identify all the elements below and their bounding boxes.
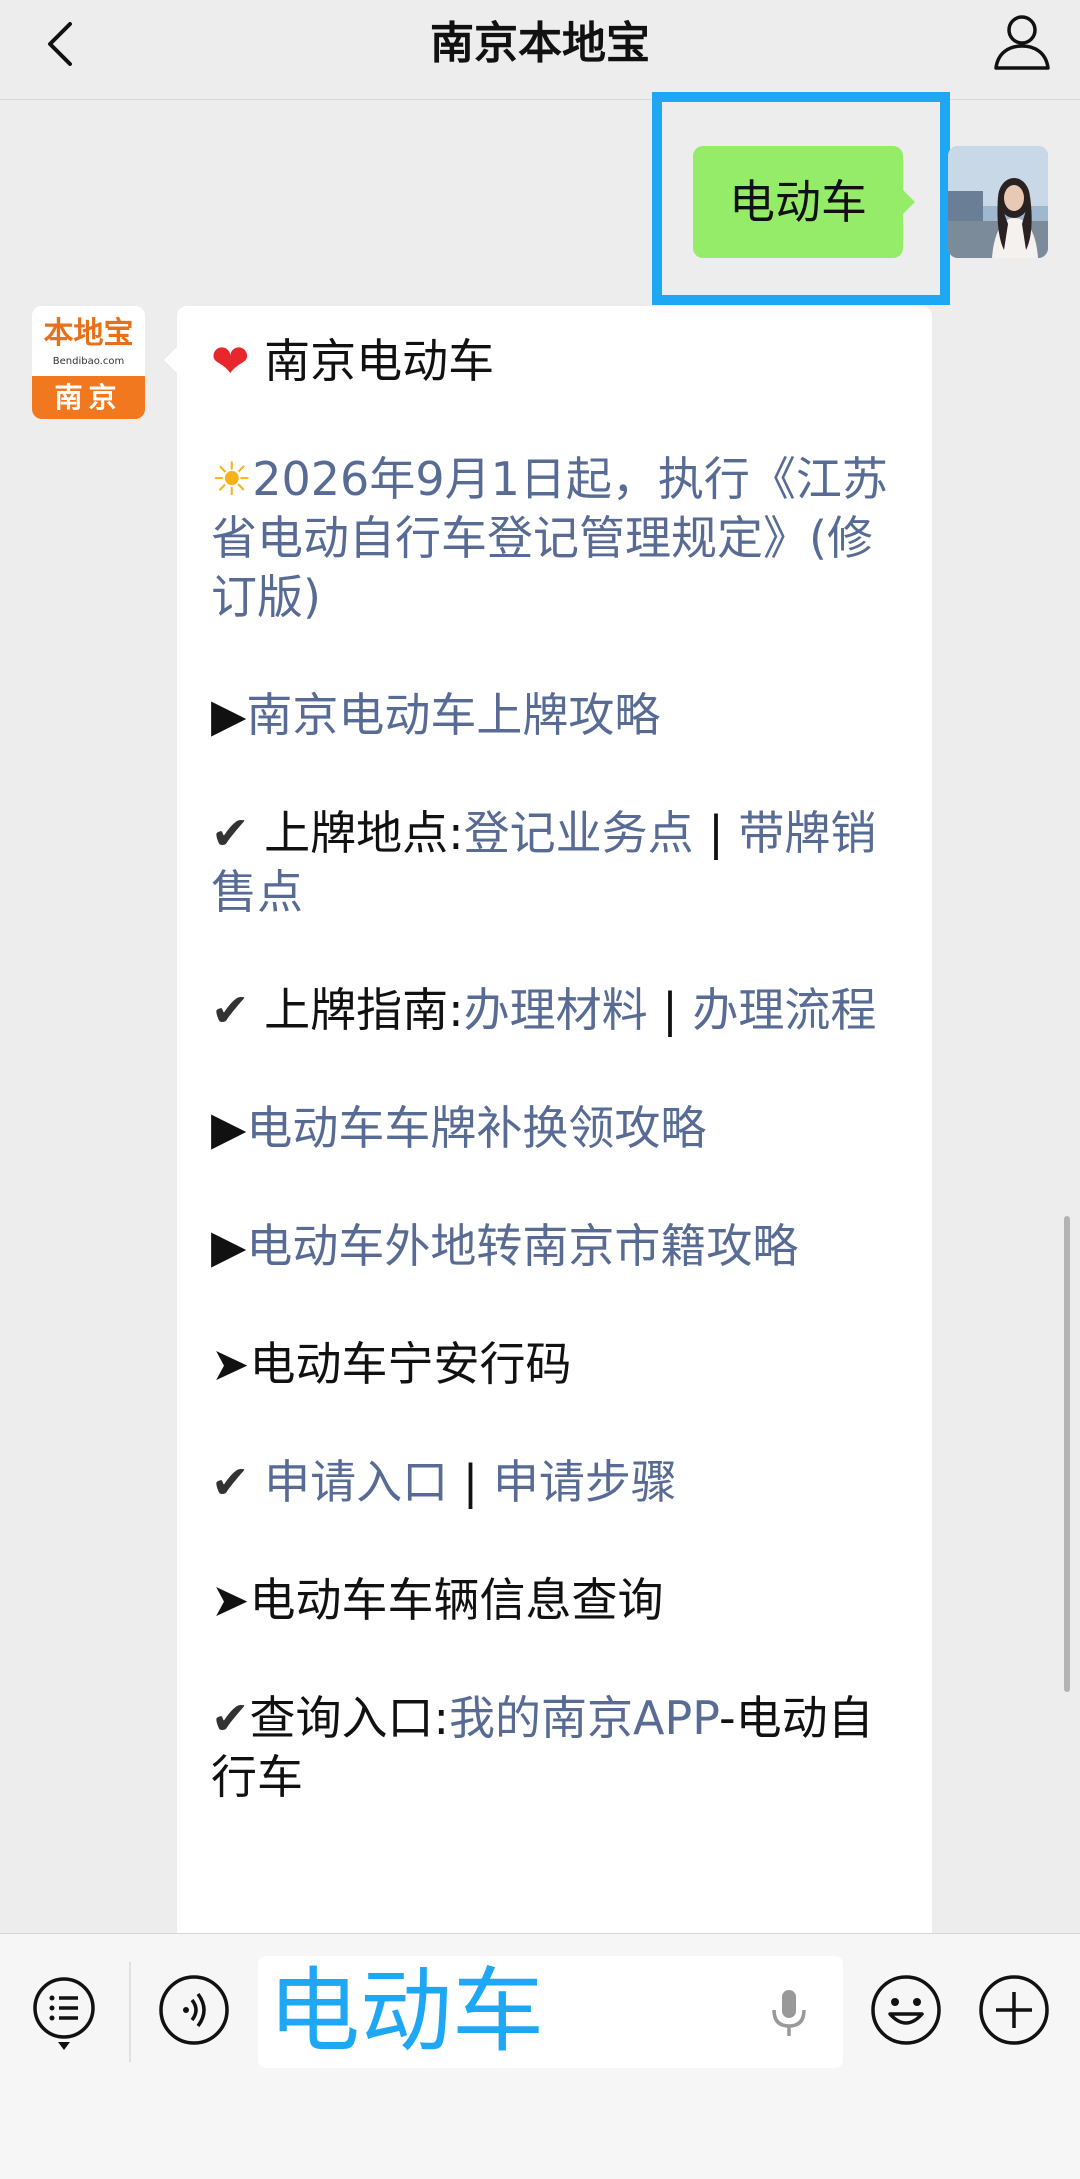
- microphone-icon: [772, 1990, 806, 2036]
- heart-icon: ❤: [211, 334, 250, 388]
- plate-location-line: ✔ 上牌地点:登记业务点 | 带牌销售点: [211, 804, 902, 922]
- query-label: 查询入口:: [249, 1691, 450, 1745]
- plus-icon: [979, 1975, 1049, 2045]
- plate-guide-label: 上牌指南:: [264, 983, 464, 1037]
- menu-button[interactable]: [30, 1974, 102, 2050]
- replace-line: ▶电动车车牌补换领攻略: [211, 1099, 902, 1158]
- nav-bar: 南京本地宝: [0, 0, 1080, 100]
- message-heading: ❤ 南京电动车: [211, 332, 902, 391]
- app-link[interactable]: 我的南京APP: [449, 1691, 719, 1745]
- scrollbar[interactable]: [1064, 1216, 1070, 1692]
- apply-steps-link[interactable]: 申请步骤: [493, 1455, 677, 1509]
- profile-button[interactable]: [990, 10, 1054, 74]
- vehicle-info-heading: 电动车车辆信息查询: [249, 1573, 664, 1627]
- incoming-message-bubble: ❤ 南京电动车 ☀2026年9月1日起，执行《江苏省电动自行车登记管理规定》(修…: [177, 306, 932, 1946]
- list-menu-icon: [33, 1977, 95, 2050]
- vehicle-info-heading-line: ➤电动车车辆信息查询: [211, 1571, 902, 1630]
- incoming-bubble-tail: [164, 346, 178, 374]
- plate-guide-detail-line: ✔ 上牌指南:办理材料 | 办理流程: [211, 981, 902, 1040]
- outgoing-bubble-tail: [901, 188, 915, 216]
- my-avatar[interactable]: [948, 146, 1048, 258]
- logo-text: 本地宝: [43, 316, 134, 351]
- separator: |: [662, 983, 678, 1037]
- logo-subtext: Bendibao.com: [52, 356, 125, 367]
- arrow-right-icon: ➤: [211, 1337, 250, 1391]
- replace-link[interactable]: 电动车车牌补换领攻略: [246, 1101, 706, 1155]
- code-heading-line: ➤电动车宁安行码: [211, 1335, 902, 1394]
- triangle-right-icon: ▶: [211, 688, 247, 742]
- message-input-value: 电动车: [268, 1958, 545, 2065]
- transfer-link[interactable]: 电动车外地转南京市籍攻略: [246, 1219, 798, 1273]
- checkmark-icon: ✔: [211, 806, 250, 860]
- logo-city: 南京: [32, 376, 145, 419]
- plate-guide-link[interactable]: 南京电动车上牌攻略: [246, 688, 660, 742]
- page-title: 南京本地宝: [430, 18, 650, 69]
- materials-link[interactable]: 办理材料: [464, 983, 648, 1037]
- mic-button[interactable]: [764, 1986, 814, 2042]
- voice-button[interactable]: [158, 1974, 230, 2046]
- process-link[interactable]: 办理流程: [692, 983, 876, 1037]
- emoji-icon: [871, 1975, 941, 2045]
- separator: |: [708, 806, 724, 860]
- person-icon: [994, 15, 1050, 70]
- voice-icon: [159, 1975, 229, 2045]
- plate-location-label: 上牌地点:: [264, 806, 464, 860]
- avatar-photo: [948, 146, 1048, 258]
- notice-line[interactable]: ☀2026年9月1日起，执行《江苏省电动自行车登记管理规定》(修订版): [211, 450, 902, 627]
- input-bar: 电动车: [0, 1933, 1080, 2179]
- emoji-button[interactable]: [870, 1974, 942, 2046]
- code-heading: 电动车宁安行码: [249, 1337, 572, 1391]
- apply-line: ✔ 申请入口 | 申请步骤: [211, 1453, 902, 1512]
- arrow-right-icon: ➤: [211, 1573, 250, 1627]
- sun-icon: ☀: [211, 452, 253, 506]
- heading-text: 南京电动车: [264, 334, 495, 388]
- checkmark-icon: ✔: [211, 1455, 250, 1509]
- avatar-logo-top: 本地宝 Bendibao.com: [32, 306, 145, 376]
- divider: [129, 1962, 131, 2062]
- triangle-right-icon: ▶: [211, 1219, 247, 1273]
- triangle-right-icon: ▶: [211, 1101, 247, 1155]
- separator: |: [462, 1455, 479, 1509]
- register-points-link[interactable]: 登记业务点: [464, 806, 694, 860]
- plate-guide-line: ▶南京电动车上牌攻略: [211, 686, 902, 745]
- apply-entry-link[interactable]: 申请入口: [264, 1455, 448, 1509]
- checkmark-icon: ✔: [211, 983, 250, 1037]
- more-button[interactable]: [978, 1974, 1050, 2046]
- message-input[interactable]: 电动车: [258, 1956, 843, 2068]
- transfer-line: ▶电动车外地转南京市籍攻略: [211, 1217, 902, 1276]
- query-line: ✔查询入口:我的南京APP-电动自行车: [211, 1689, 902, 1807]
- notice-link[interactable]: 2026年9月1日起，执行《江苏省电动自行车登记管理规定》(修订版): [211, 452, 888, 624]
- outgoing-message-bubble[interactable]: 电动车: [693, 146, 903, 258]
- bot-avatar[interactable]: 本地宝 Bendibao.com 南京: [32, 306, 145, 419]
- checkmark-icon: ✔: [211, 1691, 250, 1745]
